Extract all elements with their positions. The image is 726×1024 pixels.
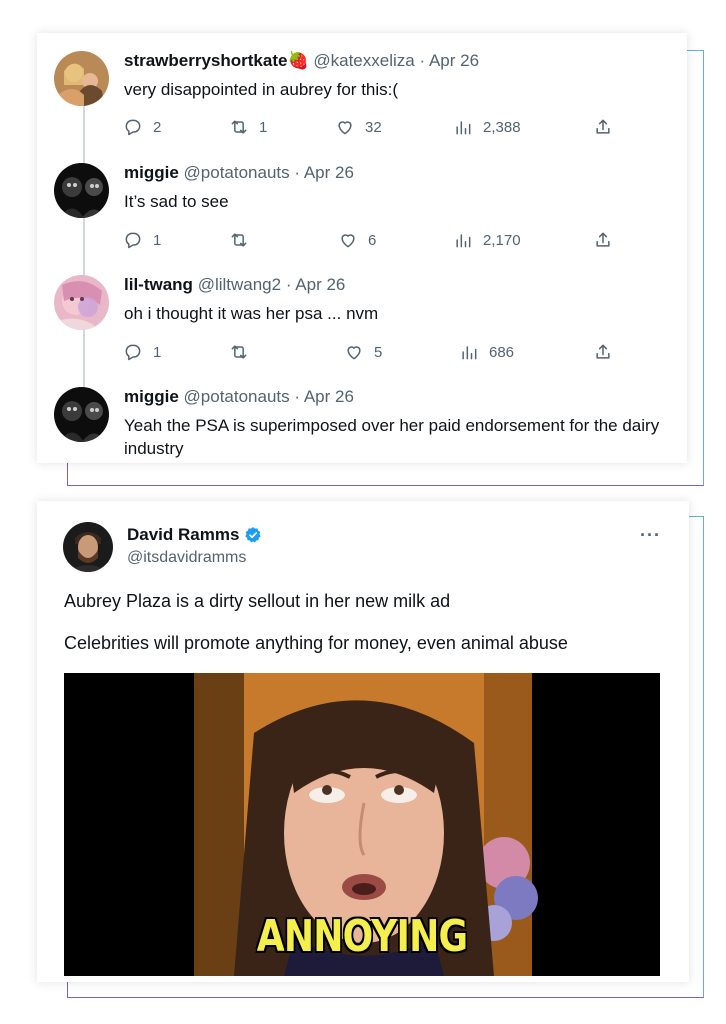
views-icon	[456, 234, 471, 248]
heart-icon	[338, 121, 352, 135]
reply-tweet[interactable]: miggie @potatonauts · Apr 26 It’s sad to…	[37, 145, 687, 257]
reply-header: strawberryshortkate🍓 @katexxeliza · Apr …	[124, 51, 479, 71]
timestamp[interactable]: Apr 26	[295, 275, 345, 294]
repost-icon	[231, 345, 247, 359]
share-button[interactable]	[593, 228, 613, 252]
handle[interactable]: @itsdavidramms	[127, 549, 246, 567]
display-name[interactable]: lil-twang	[124, 275, 193, 294]
reply-header: miggie @potatonauts · Apr 26	[124, 163, 354, 183]
repost-icon	[231, 120, 247, 134]
timestamp[interactable]: Apr 26	[429, 51, 479, 70]
reply-text: oh i thought it was her psa ... nvm	[124, 304, 379, 323]
action-bar: 1 5 686	[123, 340, 623, 364]
reply-tweet[interactable]: strawberryshortkate🍓 @katexxeliza · Apr …	[37, 33, 687, 145]
reply-button[interactable]: 1	[123, 228, 161, 252]
reply-icon	[125, 119, 141, 136]
views-icon	[456, 121, 471, 135]
repost-button[interactable]: 1	[229, 115, 267, 139]
more-options-button[interactable]: ···	[640, 525, 661, 546]
share-icon	[596, 119, 610, 134]
views-button[interactable]: 2,388	[453, 115, 521, 139]
timestamp[interactable]: Apr 26	[304, 163, 354, 182]
views-button[interactable]: 686	[459, 340, 514, 364]
handle[interactable]: @potatonauts	[184, 387, 290, 406]
reply-count: 2	[153, 118, 162, 136]
separator-dot: ·	[294, 387, 301, 406]
action-bar: 1 6 2,170	[123, 228, 623, 252]
handle[interactable]: @potatonauts	[184, 163, 290, 182]
share-icon	[596, 232, 610, 247]
like-button[interactable]: 6	[338, 228, 376, 252]
display-name[interactable]: strawberryshortkate🍓	[124, 51, 309, 70]
views-icon	[462, 346, 477, 360]
reply-count: 1	[153, 343, 162, 361]
repost-count: 1	[259, 118, 268, 136]
like-count: 5	[374, 343, 383, 361]
separator-dot: ·	[419, 51, 426, 70]
repost-icon	[231, 233, 247, 247]
handle[interactable]: @liltwang2	[198, 275, 281, 294]
avatar[interactable]	[54, 387, 109, 442]
repost-button[interactable]	[229, 340, 259, 364]
display-name[interactable]: miggie	[124, 387, 179, 406]
reply-text: It’s sad to see	[124, 192, 229, 211]
view-count: 2,388	[483, 118, 521, 136]
verified-badge-icon	[245, 527, 262, 543]
reply-text: very disappointed in aubrey for this:(	[124, 80, 399, 99]
tweet-text: Aubrey Plaza is a dirty sellout in her n…	[64, 591, 451, 611]
media-caption: ANNOYING	[256, 911, 468, 962]
reply-count: 1	[153, 231, 162, 249]
heart-icon	[341, 234, 355, 248]
display-name[interactable]: David Ramms	[127, 525, 239, 545]
author-name-row: David Ramms	[127, 525, 262, 545]
share-button[interactable]	[593, 115, 613, 139]
repost-button[interactable]	[229, 228, 259, 252]
tweet-text: Celebrities will promote anything for mo…	[64, 633, 568, 653]
view-count: 2,170	[483, 231, 521, 249]
like-count: 6	[368, 231, 377, 249]
handle[interactable]: @katexxeliza	[313, 51, 414, 70]
like-button[interactable]: 32	[335, 115, 382, 139]
reply-text: Yeah the PSA is superimposed over her pa…	[124, 416, 660, 458]
reply-header: miggie @potatonauts · Apr 26	[124, 387, 354, 407]
heart-icon	[347, 346, 361, 360]
avatar[interactable]	[54, 163, 109, 218]
reply-icon	[125, 344, 141, 361]
like-count: 32	[365, 118, 382, 136]
tweet-card[interactable]: David Ramms @itsdavidramms ··· Aubrey Pl…	[37, 501, 689, 982]
separator-dot: ·	[285, 275, 292, 294]
reply-button[interactable]: 2	[123, 115, 161, 139]
tweet-media-image[interactable]: ANNOYING	[64, 673, 660, 976]
share-button[interactable]	[593, 340, 613, 364]
timestamp[interactable]: Apr 26	[304, 387, 354, 406]
reply-icon	[125, 232, 141, 249]
reply-header: lil-twang @liltwang2 · Apr 26	[124, 275, 345, 295]
display-name[interactable]: miggie	[124, 163, 179, 182]
decorative-frame-line	[67, 460, 68, 486]
reply-tweet[interactable]: lil-twang @liltwang2 · Apr 26 oh i thoug…	[37, 257, 687, 369]
share-icon	[596, 344, 610, 359]
views-button[interactable]: 2,170	[453, 228, 521, 252]
avatar[interactable]	[54, 51, 109, 106]
like-button[interactable]: 5	[344, 340, 382, 364]
avatar[interactable]	[54, 275, 109, 330]
action-bar: 2 1 32 2,388	[123, 115, 623, 139]
avatar[interactable]	[63, 522, 113, 572]
reply-tweet[interactable]: miggie @potatonauts · Apr 26 Yeah the PS…	[37, 369, 687, 463]
reply-button[interactable]: 1	[123, 340, 161, 364]
reply-thread-card: strawberryshortkate🍓 @katexxeliza · Apr …	[37, 33, 687, 463]
separator-dot: ·	[294, 163, 301, 182]
view-count: 686	[489, 343, 515, 361]
